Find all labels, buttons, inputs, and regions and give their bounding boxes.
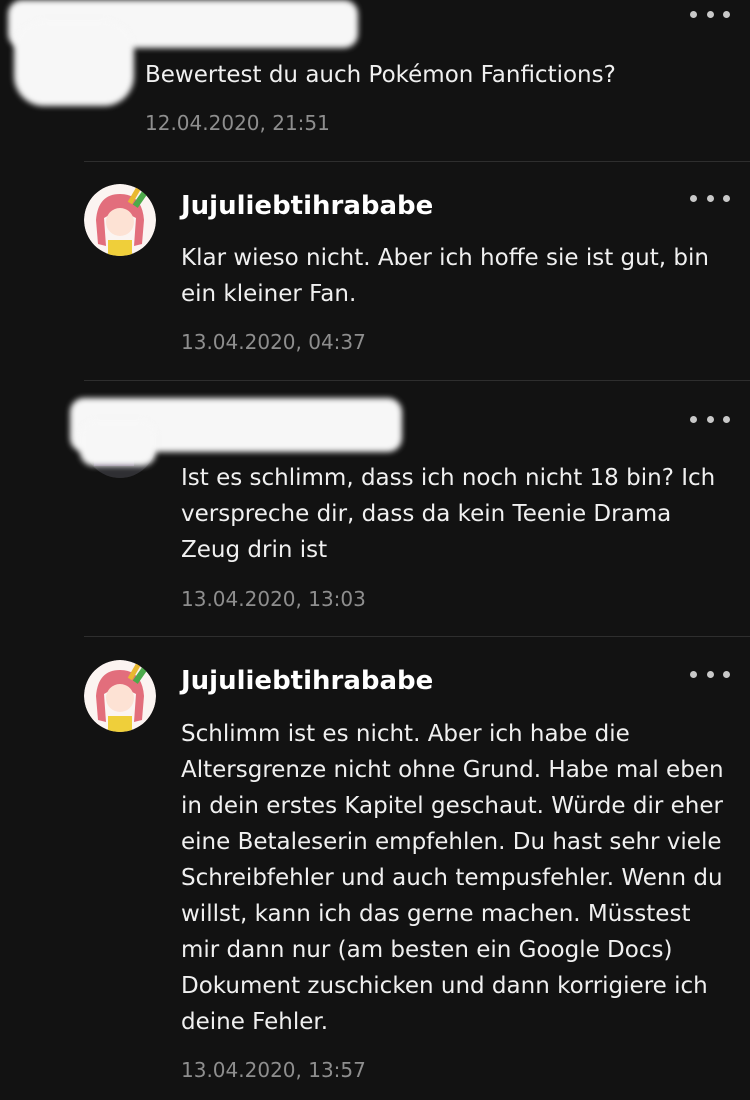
comment-text: Bewertest du auch Pokémon Fanfictions?	[145, 62, 616, 88]
redacted-avatar	[14, 20, 134, 106]
divider	[84, 636, 750, 637]
avatar[interactable]	[84, 660, 156, 732]
comment-timestamp: 13.04.2020, 04:37	[181, 330, 366, 354]
divider	[84, 161, 750, 162]
redacted-avatar	[80, 420, 156, 466]
comment-text: Schlimm ist es nicht. Aber ich habe die …	[181, 721, 724, 1035]
more-options-icon[interactable]	[690, 663, 730, 685]
comment-text: Klar wieso nicht. Aber ich hoffe sie ist…	[181, 245, 709, 307]
comment-timestamp: 13.04.2020, 13:03	[181, 587, 366, 611]
comment-text: Ist es schlimm, dass ich noch nicht 18 b…	[181, 465, 716, 563]
more-options-icon[interactable]	[690, 408, 730, 430]
more-options-icon[interactable]	[690, 3, 730, 25]
more-options-icon[interactable]	[690, 187, 730, 209]
divider	[84, 380, 750, 381]
comment-username[interactable]: Jujuliebtihrababe	[181, 191, 433, 221]
comment-timestamp: 12.04.2020, 21:51	[145, 111, 330, 135]
avatar[interactable]	[84, 184, 156, 256]
comment-username[interactable]: Jujuliebtihrababe	[181, 666, 433, 696]
comment-timestamp: 13.04.2020, 13:57	[181, 1058, 366, 1082]
